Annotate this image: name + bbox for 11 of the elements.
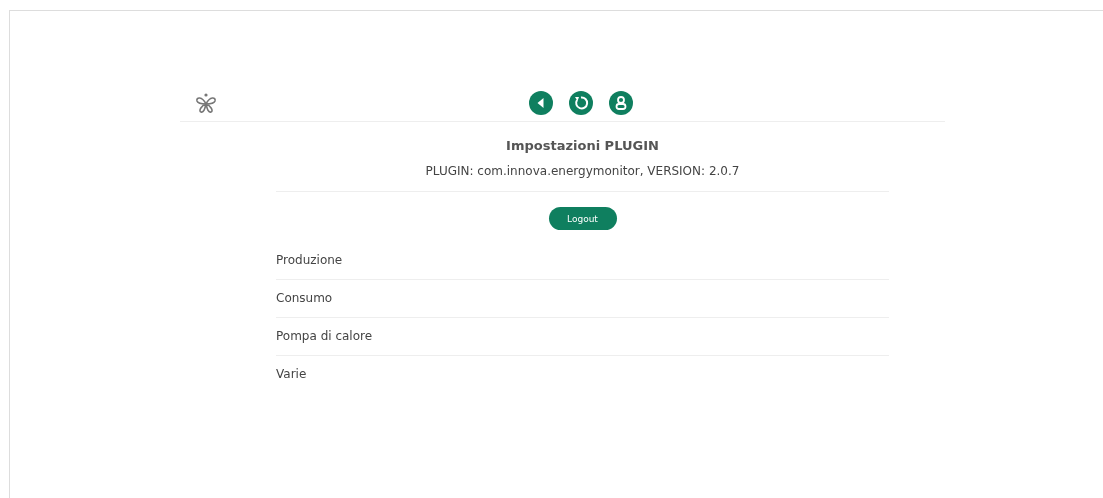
refresh-button[interactable]	[569, 91, 593, 115]
back-button[interactable]	[529, 91, 553, 115]
butterfly-logo-icon	[194, 92, 218, 116]
user-button[interactable]	[609, 91, 633, 115]
section-item[interactable]: Produzione	[276, 242, 889, 280]
page-title: Impostazioni PLUGIN	[505, 138, 660, 153]
section-item[interactable]: Varie	[276, 356, 889, 393]
section-item[interactable]: Consumo	[276, 280, 889, 318]
section-item[interactable]: Pompa di calore	[276, 318, 889, 356]
plugin-version-text: PLUGIN: com.innova.energymonitor, VERSION: 2.0.7	[276, 164, 889, 192]
logout-button[interactable]: Logout	[548, 207, 617, 230]
